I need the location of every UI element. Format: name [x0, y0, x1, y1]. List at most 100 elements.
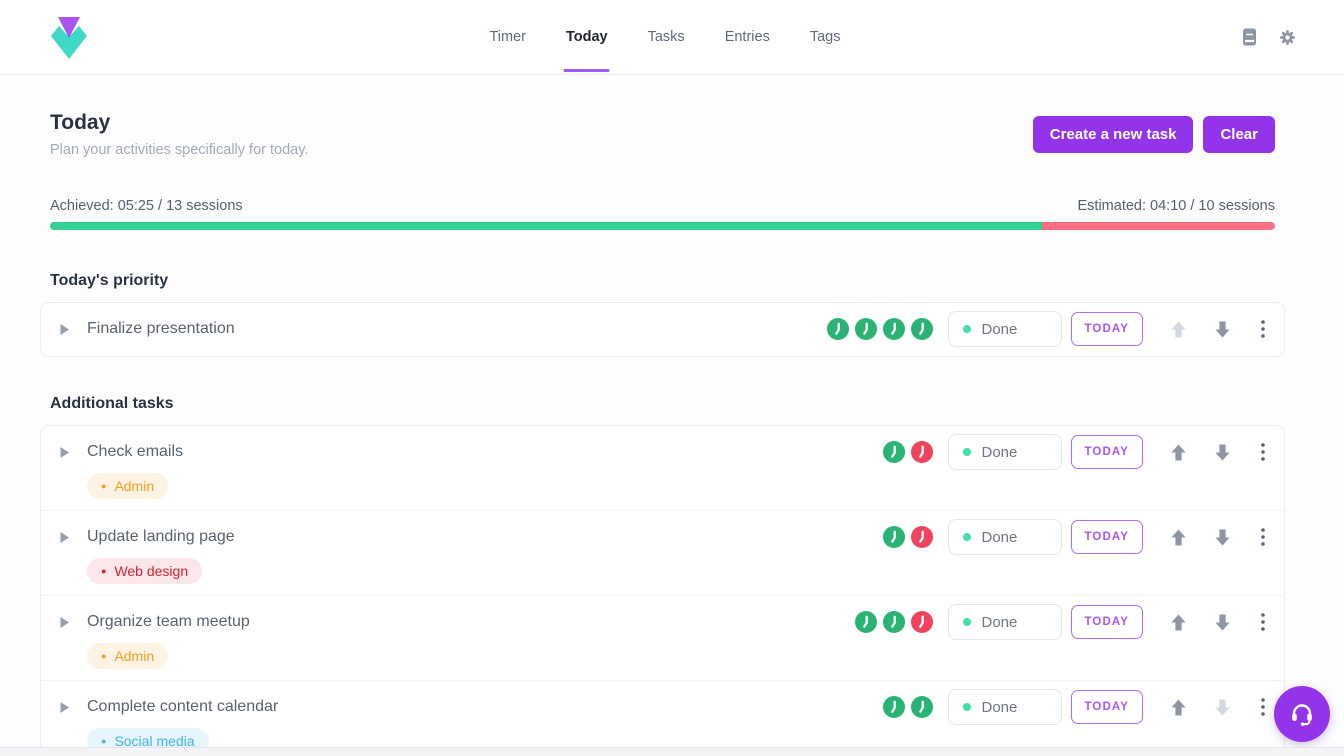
pomodoro-clock-icon — [911, 526, 933, 548]
tag-pill[interactable]: ● Web design — [87, 558, 202, 584]
pomodoro-clock-icon — [883, 611, 905, 633]
status-select[interactable]: Done — [948, 434, 1062, 470]
task-row: Organize team meetup ● Admin Done TODAY — [41, 595, 1284, 680]
nav-item-tags[interactable]: Tags — [810, 0, 841, 74]
tag-label: Web design — [114, 563, 188, 579]
headset-icon — [1289, 702, 1315, 726]
task-row: Finalize presentation Done TODAY — [41, 303, 1284, 356]
app-logo[interactable] — [48, 13, 92, 61]
status-label: Done — [982, 321, 1018, 338]
pomodoro-clock-icon — [883, 526, 905, 548]
today-button[interactable]: TODAY — [1071, 312, 1144, 346]
status-dot-icon — [963, 703, 971, 711]
main-nav: Timer Today Tasks Entries Tags — [489, 0, 840, 74]
task-title[interactable]: Check emails — [87, 434, 183, 470]
expand-arrow-icon[interactable] — [57, 434, 70, 470]
move-up-button[interactable] — [1170, 528, 1187, 547]
status-dot-icon — [963, 618, 971, 626]
nav-item-entries[interactable]: Entries — [725, 0, 770, 74]
pomodoro-clocks — [883, 441, 933, 463]
page-subtitle: Plan your activities specifically for to… — [50, 142, 308, 158]
pomodoro-clock-icon — [855, 611, 877, 633]
expand-arrow-icon[interactable] — [57, 311, 70, 347]
task-title[interactable]: Finalize presentation — [87, 311, 235, 347]
move-down-button — [1214, 698, 1231, 717]
move-down-button[interactable] — [1214, 613, 1231, 632]
more-options-icon[interactable] — [1258, 613, 1268, 631]
nav-item-today[interactable]: Today — [566, 0, 608, 74]
tag-pill[interactable]: ● Admin — [87, 473, 168, 499]
pomodoro-clocks — [883, 526, 933, 548]
progress-bar — [50, 222, 1275, 230]
support-button[interactable] — [1274, 686, 1330, 742]
pomodoro-clock-icon — [883, 696, 905, 718]
move-up-button[interactable] — [1170, 698, 1187, 717]
nav-item-timer[interactable]: Timer — [489, 0, 526, 74]
tag-pill[interactable]: ● Admin — [87, 643, 168, 669]
more-options-icon[interactable] — [1258, 528, 1268, 546]
expand-arrow-icon[interactable] — [57, 604, 70, 640]
task-title[interactable]: Update landing page — [87, 519, 235, 555]
more-options-icon[interactable] — [1258, 320, 1268, 338]
more-options-icon[interactable] — [1258, 698, 1268, 716]
today-button[interactable]: TODAY — [1071, 690, 1144, 724]
more-options-icon[interactable] — [1258, 443, 1268, 461]
progress-fill — [50, 222, 1042, 230]
tag-dot-icon: ● — [101, 482, 106, 491]
pomodoro-clock-icon — [827, 318, 849, 340]
section-title-additional: Additional tasks — [50, 395, 1275, 413]
today-button[interactable]: TODAY — [1071, 435, 1144, 469]
move-up-button[interactable] — [1170, 613, 1187, 632]
gear-icon[interactable] — [1279, 29, 1296, 46]
move-up-button — [1170, 320, 1187, 339]
tag-dot-icon: ● — [101, 652, 106, 661]
page-title: Today — [50, 111, 308, 135]
logo-icon — [48, 14, 90, 60]
pomodoro-clock-icon — [911, 611, 933, 633]
move-down-button[interactable] — [1214, 320, 1231, 339]
move-up-button[interactable] — [1170, 443, 1187, 462]
expand-arrow-icon[interactable] — [57, 689, 70, 725]
status-dot-icon — [963, 448, 971, 456]
tag-dot-icon: ● — [101, 567, 106, 576]
move-down-button[interactable] — [1214, 528, 1231, 547]
bottom-divider — [0, 747, 1344, 756]
expand-arrow-icon[interactable] — [57, 519, 70, 555]
status-dot-icon — [963, 533, 971, 541]
pomodoro-clock-icon — [911, 441, 933, 463]
pomodoro-clock-icon — [883, 441, 905, 463]
top-navigation-bar: Timer Today Tasks Entries Tags — [0, 0, 1344, 75]
achieved-label: Achieved: 05:25 / 13 sessions — [50, 198, 243, 214]
status-label: Done — [982, 444, 1018, 461]
status-select[interactable]: Done — [948, 311, 1062, 347]
pomodoro-clocks — [855, 611, 933, 633]
pomodoro-clock-icon — [855, 318, 877, 340]
status-select[interactable]: Done — [948, 689, 1062, 725]
journal-icon[interactable] — [1242, 28, 1257, 46]
daily-progress: Achieved: 05:25 / 13 sessions Estimated:… — [50, 198, 1275, 230]
create-task-button[interactable]: Create a new task — [1033, 116, 1194, 153]
status-select[interactable]: Done — [948, 519, 1062, 555]
section-title-priority: Today's priority — [50, 272, 1275, 290]
status-label: Done — [982, 529, 1018, 546]
tag-dot-icon: ● — [101, 737, 106, 746]
today-button[interactable]: TODAY — [1071, 520, 1144, 554]
clear-button[interactable]: Clear — [1203, 116, 1275, 153]
pomodoro-clock-icon — [883, 318, 905, 340]
pomodoro-clocks — [827, 318, 933, 340]
status-select[interactable]: Done — [948, 604, 1062, 640]
pomodoro-clock-icon — [911, 696, 933, 718]
additional-tasks-card: Check emails ● Admin Done TODAY — [40, 425, 1285, 756]
nav-item-tasks[interactable]: Tasks — [648, 0, 685, 74]
today-button[interactable]: TODAY — [1071, 605, 1144, 639]
pomodoro-clock-icon — [911, 318, 933, 340]
status-dot-icon — [963, 325, 971, 333]
task-row: Complete content calendar ● Social media… — [41, 680, 1284, 756]
tag-label: Admin — [114, 648, 154, 664]
estimated-label: Estimated: 04:10 / 10 sessions — [1078, 198, 1275, 214]
move-down-button[interactable] — [1214, 443, 1231, 462]
task-title[interactable]: Complete content calendar — [87, 689, 278, 725]
task-row: Update landing page ● Web design Done TO… — [41, 510, 1284, 595]
task-title[interactable]: Organize team meetup — [87, 604, 250, 640]
status-label: Done — [982, 614, 1018, 631]
